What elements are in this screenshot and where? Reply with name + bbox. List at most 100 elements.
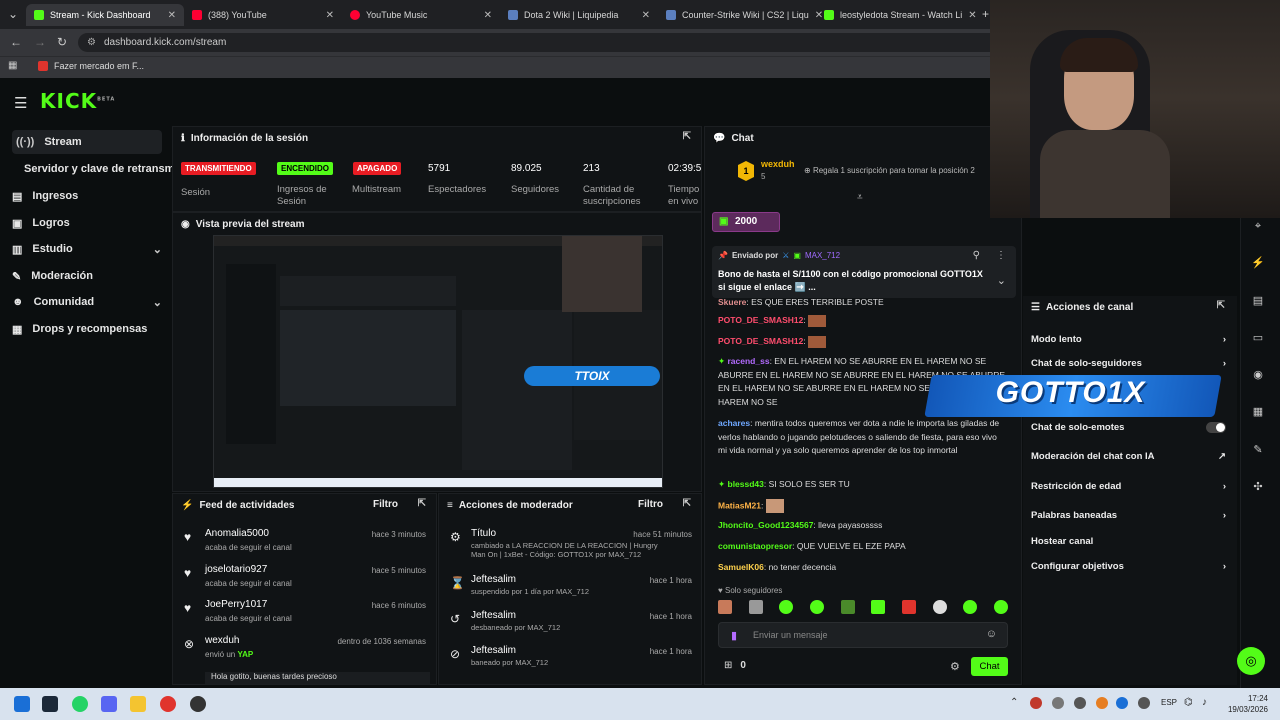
support-icon[interactable]: ◎ <box>1237 647 1265 675</box>
banned-words-option[interactable]: Palabras baneadas › <box>1031 510 1226 521</box>
chat-message[interactable]: POTO_DE_SMASH12: <box>718 335 1008 349</box>
document-icon[interactable]: ▤ <box>1250 294 1266 310</box>
tab-dota-wiki[interactable]: Dota 2 Wiki | Liquipedia ✕ <box>500 4 658 26</box>
pinned-message[interactable]: 📌 Enviado por ⚔ ▣ MAX_712 ⚲ ⋮ Bono de ha… <box>712 246 1016 298</box>
emoji-icon[interactable]: ☺ <box>986 628 997 640</box>
emote-icon[interactable] <box>779 600 794 614</box>
mod-filter-button[interactable]: Filtro <box>638 499 663 510</box>
popout-icon[interactable]: ⇱ <box>418 498 426 509</box>
bluetooth-icon[interactable] <box>1116 697 1128 709</box>
tray-app-icon[interactable] <box>1074 697 1086 709</box>
popout-icon[interactable]: ⇱ <box>683 498 691 509</box>
emote-icon[interactable] <box>963 600 978 614</box>
tab-search-icon[interactable]: ⌄ <box>8 7 18 21</box>
top-gifter-name[interactable]: wexduh <box>761 159 795 169</box>
feed-row[interactable]: ♥ Anomalia5000 acaba de seguir el canal … <box>180 528 430 562</box>
clock-time[interactable]: 17:24 <box>1234 694 1268 703</box>
sidebar-item-stream[interactable]: ((·)) Stream <box>12 130 162 154</box>
clock-date[interactable]: 19/03/2026 <box>1222 705 1268 714</box>
more-options-icon[interactable]: ⋮ <box>996 250 1006 261</box>
network-icon[interactable]: ⌬ <box>1184 697 1193 708</box>
tab-youtube[interactable]: (388) YouTube ✕ <box>184 4 342 26</box>
stream-preview-video[interactable]: TTOIX <box>213 235 663 488</box>
steam-icon[interactable] <box>42 696 58 712</box>
chat-message[interactable]: ✦ blessd43: SI SOLO ES SER TU <box>718 478 1008 492</box>
site-info-icon[interactable]: ⚙ <box>87 33 96 52</box>
close-tab-icon[interactable]: ✕ <box>484 10 492 21</box>
language-indicator[interactable]: ESP <box>1161 698 1177 707</box>
feed-row[interactable]: ♥ JoePerry1017 acaba de seguir el canal … <box>180 599 430 633</box>
feed-row[interactable]: ⊗ wexduh envió un YAP dentro de 1036 sem… <box>180 635 430 669</box>
emote-icon[interactable] <box>993 600 1008 614</box>
emotes-only-option[interactable]: Chat de solo-emotes <box>1031 422 1226 433</box>
url-input[interactable]: ⚙ dashboard.kick.com/stream <box>78 33 1078 52</box>
sidebar-item-moderacion[interactable]: ✎ Moderación <box>12 264 162 288</box>
whatsapp-icon[interactable] <box>72 696 88 712</box>
forward-icon[interactable]: → <box>34 35 46 49</box>
target-icon[interactable]: ⌖ <box>1250 220 1266 236</box>
emote-icon[interactable] <box>932 600 947 614</box>
tray-app-icon[interactable] <box>1052 697 1064 709</box>
chat-message[interactable]: Skuere: ES QUE ERES TERRIBLE POSTE <box>718 296 1008 307</box>
chat-send-button[interactable]: Chat <box>971 657 1008 676</box>
popout-icon[interactable]: ⇱ <box>1217 300 1225 311</box>
chat-input[interactable]: ▮ Enviar un mensaje ☺ <box>718 622 1008 648</box>
close-tab-icon[interactable]: ✕ <box>968 10 976 21</box>
chat-message[interactable]: Jhoncito_Good1234567: lleva payasossss <box>718 519 1008 533</box>
tray-chevron-icon[interactable]: ⌃ <box>1010 697 1018 708</box>
sidebar-item-comunidad[interactable]: ☻ Comunidad ⌄ <box>12 290 162 314</box>
mod-row[interactable]: ⚙ Título cambiado a LA REACCION DE LA RE… <box>446 528 696 564</box>
chevron-down-icon[interactable]: ⌄ <box>153 296 162 309</box>
emote-icon[interactable] <box>809 600 824 614</box>
chat-icon[interactable]: ▭ <box>1250 331 1266 347</box>
emote-icon[interactable] <box>748 600 763 614</box>
host-channel-option[interactable]: Hostear canal <box>1031 536 1226 547</box>
sidebar-item-server-key[interactable]: Servidor y clave de retransm <box>24 157 174 181</box>
reload-icon[interactable]: ↻ <box>57 35 67 49</box>
volume-icon[interactable]: ♪ <box>1202 697 1207 708</box>
followers-only-option[interactable]: Chat de solo-seguidores › <box>1031 358 1226 369</box>
mod-row[interactable]: ⌛ Jeftesalim suspendido por 1 día por MA… <box>446 574 696 608</box>
pin-toggle-icon[interactable]: ⚲ <box>973 250 980 261</box>
ai-moderation-option[interactable]: Moderación del chat con IA ↗ <box>1031 451 1226 462</box>
mod-row[interactable]: ↺ Jeftesalim desbaneado por MAX_712 hace… <box>446 610 696 644</box>
windows-start-icon[interactable] <box>14 696 30 712</box>
feed-row[interactable]: ♥ joselotario927 acaba de seguir el cana… <box>180 564 430 598</box>
file-explorer-icon[interactable] <box>130 696 146 712</box>
layout-icon[interactable]: ▦ <box>1250 405 1266 421</box>
close-tab-icon[interactable]: ✕ <box>168 10 176 21</box>
sidebar-item-logros[interactable]: ▣ Logros <box>12 211 162 235</box>
apps-grid-icon[interactable]: ▦ <box>8 60 17 71</box>
sidebar-item-drops[interactable]: ▦ Drops y recompensas <box>12 317 172 341</box>
tray-app-icon[interactable] <box>1096 697 1108 709</box>
back-icon[interactable]: ← <box>10 35 22 49</box>
chevron-down-icon[interactable]: ⌄ <box>997 274 1006 287</box>
chat-message[interactable]: achares: mentira todos queremos ver dota… <box>718 417 1008 458</box>
new-tab-icon[interactable]: + <box>982 7 989 21</box>
wrench-icon[interactable]: ✎ <box>1250 443 1266 459</box>
emote-icon[interactable] <box>840 600 855 614</box>
configure-goals-option[interactable]: Configurar objetivos › <box>1031 561 1226 572</box>
broadcast-icon[interactable]: ◉ <box>1250 368 1266 384</box>
tab-kick-dashboard[interactable]: Stream - Kick Dashboard ✕ <box>26 4 184 26</box>
microphone-icon[interactable]: ▮ <box>731 629 737 642</box>
chat-message[interactable]: comunistaopresor: QUE VUELVE EL EZE PAPA <box>718 540 1008 554</box>
mod-row[interactable]: ⊘ Jeftesalim baneado por MAX_712 hace 1 … <box>446 645 696 679</box>
chat-message[interactable]: MatiasM21: <box>718 499 1008 513</box>
gift-sub-cta[interactable]: ⊕ Regala 1 suscripción para tomar la pos… <box>804 166 988 175</box>
chevron-down-icon[interactable]: ⌄ <box>153 243 162 256</box>
sidebar-item-estudio[interactable]: ▥ Estudio ⌄ <box>12 237 162 261</box>
integrations-icon[interactable]: ✣ <box>1250 480 1266 496</box>
age-restriction-option[interactable]: Restricción de edad › <box>1031 481 1226 492</box>
kick-logo[interactable]: KICKBETA <box>40 89 115 113</box>
tray-app-icon[interactable] <box>1138 697 1150 709</box>
settings-gear-icon[interactable]: ⚙ <box>950 660 960 673</box>
tab-youtube-music[interactable]: YouTube Music ✕ <box>342 4 500 26</box>
lightning-icon[interactable]: ⚡ <box>1250 256 1266 272</box>
discord-icon[interactable] <box>101 696 117 712</box>
tab-cs-wiki[interactable]: Counter-Strike Wiki | CS2 | Liqu ✕ <box>658 4 823 26</box>
emote-icon[interactable] <box>871 600 886 614</box>
sidebar-item-ingresos[interactable]: ▤ Ingresos <box>12 184 162 208</box>
emote-icon[interactable] <box>901 600 916 614</box>
tray-app-icon[interactable] <box>1030 697 1042 709</box>
